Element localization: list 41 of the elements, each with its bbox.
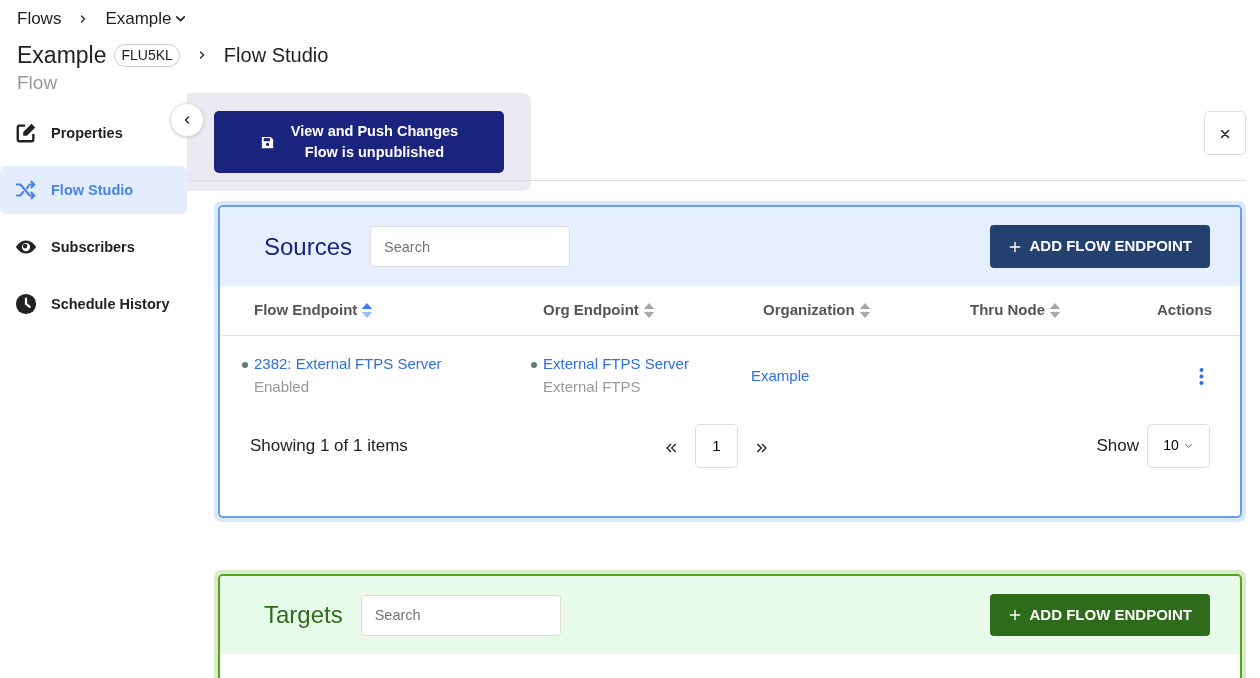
- column-header[interactable]: Flow Endpoint: [254, 299, 358, 322]
- page-subtitle: Flow Studio: [223, 43, 329, 69]
- page-size-label: Show: [1096, 435, 1139, 458]
- sidebar-item[interactable]: Properties: [0, 109, 138, 158]
- plus-icon: [1007, 608, 1022, 623]
- edit-icon: [15, 122, 37, 145]
- clock-icon: [15, 293, 37, 316]
- close-button[interactable]: [1204, 111, 1246, 156]
- publish-button[interactable]: View and Push Changes Flow is unpublished: [214, 111, 504, 174]
- sort-icon[interactable]: [361, 302, 374, 318]
- add-endpoint-button[interactable]: ADD FLOW ENDPOINT: [989, 593, 1210, 637]
- column-header: Actions: [1157, 300, 1212, 321]
- column-header[interactable]: Organization: [763, 299, 855, 322]
- section-title: Sources: [264, 231, 353, 262]
- kebab-icon: [1199, 368, 1204, 386]
- column-header[interactable]: Org Endpoint: [543, 299, 639, 322]
- sort-icon[interactable]: [642, 302, 655, 318]
- sort-icon[interactable]: [858, 302, 871, 318]
- save-icon: [259, 134, 275, 150]
- breadcrumb-link[interactable]: Example: [105, 5, 172, 32]
- search-field[interactable]: Search: [370, 226, 571, 268]
- section-title: Targets: [264, 600, 343, 631]
- organization-link[interactable]: Example: [751, 366, 810, 384]
- endpoint-link[interactable]: 2382: External FTPS Server: [254, 355, 442, 373]
- pagination-summary: Showing 1 of 1 items: [250, 435, 408, 458]
- shuffle-icon: [15, 179, 37, 202]
- page-type-label: Flow: [17, 72, 59, 94]
- plus-icon: [1007, 239, 1022, 254]
- add-endpoint-button[interactable]: ADD FLOW ENDPOINT: [989, 225, 1210, 268]
- page-number-button[interactable]: 1: [694, 423, 738, 468]
- search-field[interactable]: Search: [360, 594, 561, 636]
- page-title: Example: [17, 41, 107, 70]
- endpoint-subtext: Enabled: [254, 376, 311, 397]
- page-size-dropdown[interactable]: 10: [1147, 423, 1210, 468]
- endpoint-link[interactable]: External FTPS Server: [543, 355, 689, 373]
- sidebar-item[interactable]: Subscribers: [0, 223, 150, 272]
- breadcrumb-link[interactable]: Flows: [17, 5, 62, 32]
- sidebar-item[interactable]: Schedule History: [0, 280, 185, 329]
- column-header[interactable]: Thru Node: [970, 299, 1045, 322]
- endpoint-subtext: External FTPS: [543, 376, 642, 397]
- sort-icon[interactable]: [1049, 302, 1061, 318]
